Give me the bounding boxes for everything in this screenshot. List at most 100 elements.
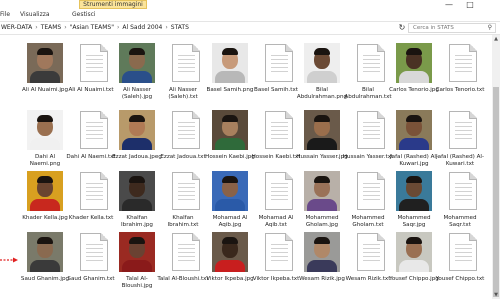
file-name-label: Khalfan Ibrahim.jpg — [121, 215, 153, 228]
breadcrumb: WER-DATA › TEAMS › "Asian TEAMS" › Al Sadd 200… — [1, 22, 189, 34]
image-thumbnail — [119, 43, 155, 83]
breadcrumb-item[interactable]: Al Sadd 2004 — [122, 24, 162, 31]
image-thumbnail — [396, 232, 432, 272]
breadcrumb-item[interactable]: WER-DATA — [1, 24, 32, 31]
text-file-icon — [442, 232, 478, 272]
text-file-icon — [73, 171, 109, 211]
file-name-label: Khader Kella.jpg — [22, 215, 68, 221]
maximize-button[interactable]: □ — [461, 0, 479, 10]
image-thumbnail — [304, 110, 340, 150]
image-thumbnail — [212, 232, 248, 272]
ribbon-tabs: File Visualizza Gestisci — [0, 9, 102, 20]
file-name-label: Wesam Rizik.txt — [345, 276, 391, 282]
text-file-icon — [350, 232, 386, 272]
text-file-icon — [442, 110, 478, 150]
scrollbar-thumb[interactable] — [493, 87, 499, 297]
file-name-label: Ali Nasser (Saleh).jpg — [121, 87, 153, 100]
file-name-label: Saud Ghanim.txt — [67, 276, 115, 282]
file-name-label: Yousef Chippo.txt — [435, 276, 485, 282]
text-file-icon — [73, 232, 109, 272]
image-thumbnail — [119, 110, 155, 150]
text-file-icon — [258, 171, 294, 211]
text-file-icon — [165, 232, 201, 272]
image-thumbnail — [212, 43, 248, 83]
file-name-label: Khader Kella.txt — [68, 215, 114, 221]
file-name-label: Yousef Chippo.jpg — [389, 276, 439, 282]
search-placeholder: Cerca in STATS — [413, 25, 454, 31]
breadcrumb-separator-icon[interactable]: › — [162, 24, 170, 31]
text-file-icon — [442, 43, 478, 83]
file-name-label: Ali Al Nuaimi.txt — [68, 87, 114, 93]
text-file-icon — [165, 43, 201, 83]
file-name-label: Bilal Abdulrahman.txt — [344, 87, 392, 100]
text-file-icon — [165, 171, 201, 211]
image-thumbnail — [304, 43, 340, 83]
image-thumbnail — [304, 171, 340, 211]
text-file-icon — [165, 110, 201, 150]
address-bar: WER-DATA › TEAMS › "Asian TEAMS" › Al Sadd 200… — [0, 21, 500, 35]
file-name-label: Ezzat Jadoua.txt — [160, 154, 206, 160]
file-name-label: Basel Samih.png — [206, 87, 254, 93]
search-icon: ⚲ — [487, 24, 492, 31]
file-name-label: Wesam Rizik.jpg — [299, 276, 345, 282]
file-name-label: Talal Al-Bloushi.txt — [157, 276, 209, 282]
file-name-label: Mohamad Al Aqib.txt — [258, 215, 294, 228]
file-name-label: Mohammed Gholam.jpg — [305, 215, 339, 228]
scroll-up-icon[interactable]: ▲ — [492, 35, 500, 43]
file-name-label: Carlos Tenorio.txt — [435, 87, 485, 93]
file-name-label: Ezzat Jadoua.jpeg — [112, 154, 162, 160]
text-file-icon — [73, 43, 109, 83]
file-name-label: Viktor Ikpeba.jpg — [206, 276, 254, 282]
file-name-label: Jafal (Rashed) Al-Kuwari.jpg — [390, 154, 438, 167]
text-file-icon — [350, 110, 386, 150]
text-file-icon — [258, 43, 294, 83]
breadcrumb-item-current[interactable]: STATS — [171, 24, 189, 31]
file-name-label: Bilal Abdulrahman.png — [296, 87, 348, 100]
image-thumbnail — [396, 171, 432, 211]
file-name-label: Mohammed Saqr.txt — [443, 215, 477, 228]
text-file-icon — [350, 43, 386, 83]
image-thumbnail — [212, 171, 248, 211]
image-thumbnail — [304, 232, 340, 272]
image-thumbnail — [396, 43, 432, 83]
image-thumbnail — [119, 171, 155, 211]
breadcrumb-separator-icon[interactable]: › — [32, 24, 40, 31]
minimize-button[interactable]: — — [440, 0, 458, 10]
file-name-label: Dahi Al Naemi.png — [29, 154, 61, 167]
image-thumbnail — [27, 232, 63, 272]
file-name-label: Ali Al Nuaimi.jpg — [21, 87, 69, 93]
image-thumbnail — [27, 43, 63, 83]
breadcrumb-item[interactable]: "Asian TEAMS" — [70, 24, 114, 31]
text-file-icon — [258, 232, 294, 272]
image-thumbnail — [27, 110, 63, 150]
file-name-label: Jafal (Rashed) Al-Kuwari.txt — [436, 154, 484, 167]
tab-view[interactable]: Visualizza — [18, 9, 56, 20]
tab-file[interactable]: File — [0, 9, 18, 20]
search-input[interactable]: Cerca in STATS ⚲ — [408, 23, 496, 33]
file-name-label: Basel Samih.txt — [254, 87, 298, 93]
file-name-label: Talal Al-Bloushi.jpg — [121, 276, 153, 289]
text-file-icon — [442, 171, 478, 211]
text-file-icon — [73, 110, 109, 150]
file-name-label: Ali Nasser (Saleh).txt — [168, 87, 198, 100]
tab-manage[interactable]: Gestisci — [56, 9, 102, 20]
file-name-label: Hossein Kaebi.jpg — [205, 154, 255, 160]
file-name-label: Carlos Tenorio.jpg — [389, 87, 439, 93]
file-name-label: Hossein Kaebi.txt — [251, 154, 301, 160]
text-file-icon — [350, 171, 386, 211]
ribbon: Strumenti immagini File Visualizza Gesti… — [0, 0, 500, 20]
file-name-label: Dahi Al Naemi.txt — [66, 154, 116, 160]
scroll-down-icon[interactable]: ▼ — [492, 291, 500, 299]
file-name-label: Saud Ghanim.jpg — [20, 276, 70, 282]
vertical-scrollbar[interactable]: ▲ ▼ — [492, 35, 500, 299]
breadcrumb-item[interactable]: TEAMS — [41, 24, 62, 31]
context-tab-group-label[interactable]: Strumenti immagini — [79, 0, 147, 9]
image-thumbnail — [396, 110, 432, 150]
refresh-icon[interactable]: ↻ — [396, 22, 408, 34]
file-name-label: Mohammed Saqr.jpg — [397, 215, 431, 228]
file-name-label: Viktor Ikpeba.txt — [252, 276, 300, 282]
breadcrumb-separator-icon[interactable]: › — [61, 24, 69, 31]
file-name-label: Hussain Yasser.jpg — [296, 154, 348, 160]
image-thumbnail — [119, 232, 155, 272]
file-name-label: Mohammed Gholam.txt — [351, 215, 385, 228]
